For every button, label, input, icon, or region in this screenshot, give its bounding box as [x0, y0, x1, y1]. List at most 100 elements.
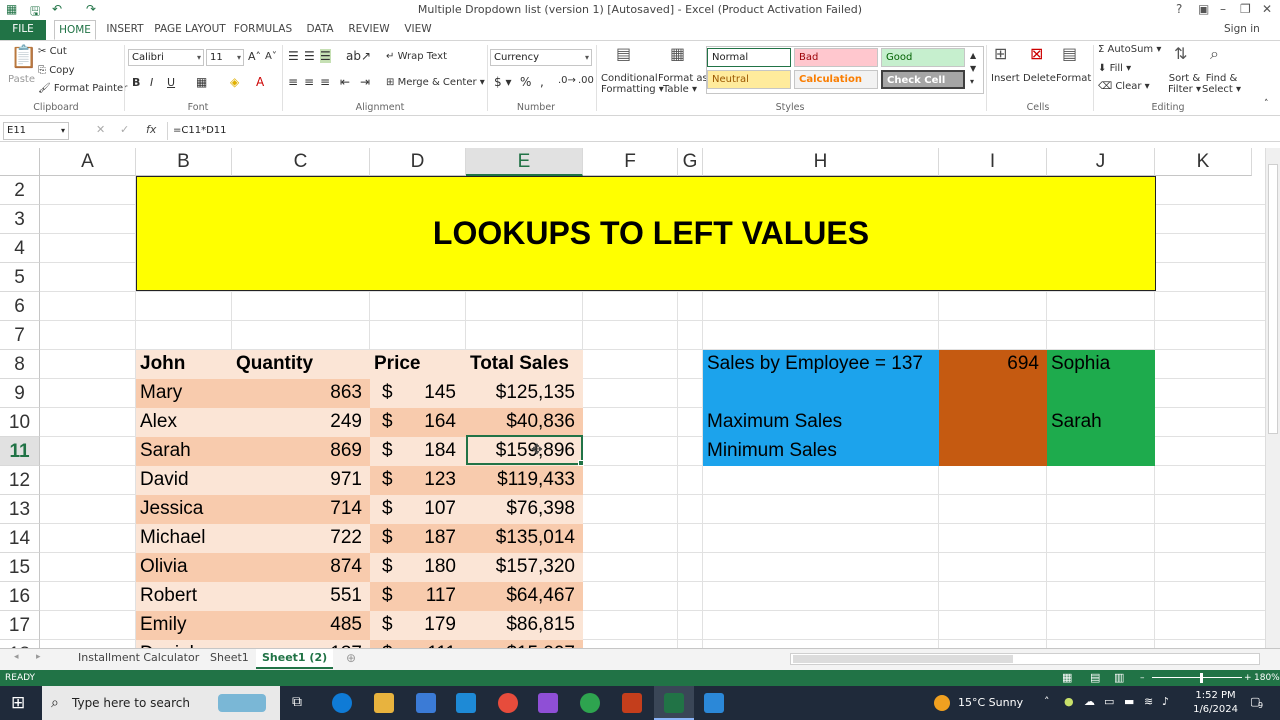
comma-icon[interactable]: ,	[540, 75, 544, 89]
tab-review[interactable]: REVIEW	[346, 20, 392, 40]
row-header-13[interactable]: 13	[0, 495, 40, 524]
lookup-label-cell[interactable]: Maximum Sales	[703, 408, 939, 437]
lookup-value-cell[interactable]	[939, 437, 1047, 466]
employee-name-cell[interactable]: Robert	[136, 582, 232, 611]
font-size-select[interactable]: 11 ▾	[206, 49, 244, 66]
tab-home[interactable]: HOME	[54, 20, 96, 40]
column-header-d[interactable]: D	[370, 148, 466, 176]
close-icon[interactable]: ✕	[1262, 2, 1272, 16]
zoom-in-icon[interactable]: +	[1244, 670, 1252, 686]
weather[interactable]: 15°C Sunny	[958, 696, 1023, 709]
new-sheet-icon[interactable]: ⊕	[346, 651, 356, 665]
merge-center-button[interactable]: ⊞ Merge & Center ▾	[386, 77, 485, 88]
page-break-view-icon[interactable]: ▥	[1114, 670, 1124, 686]
lookup-result-cell[interactable]: Sophia	[1047, 350, 1155, 379]
price-cell[interactable]: $187	[370, 524, 466, 553]
sheet-tab-sheet1-2[interactable]: Sheet1 (2)	[256, 649, 334, 669]
price-cell[interactable]: $180	[370, 553, 466, 582]
row-header-17[interactable]: 17	[0, 611, 40, 640]
column-header-g[interactable]: G	[678, 148, 703, 176]
italic-icon[interactable]: I	[150, 76, 153, 89]
price-cell[interactable]: $107	[370, 495, 466, 524]
quantity-cell[interactable]: 714	[232, 495, 370, 524]
format-painter-button[interactable]: 🖌 Format Painter	[38, 83, 127, 94]
row-header-6[interactable]: 6	[0, 292, 40, 321]
conditional-formatting-button[interactable]: Conditional Formatting ▾	[601, 73, 664, 95]
quantity-cell[interactable]: 485	[232, 611, 370, 640]
style-normal[interactable]: Normal	[707, 48, 791, 67]
taskbar-search[interactable]: ⌕ Type here to search	[42, 686, 280, 720]
fill-color-icon[interactable]: ◈	[230, 75, 239, 89]
employee-name-cell[interactable]: Emily	[136, 611, 232, 640]
insert-button[interactable]: Insert	[991, 73, 1020, 84]
enter-icon[interactable]: ✓	[120, 123, 129, 136]
next-sheet-icon[interactable]: ▸	[36, 652, 41, 662]
bold-icon[interactable]: B	[132, 76, 140, 89]
zoom-slider-thumb[interactable]	[1200, 673, 1203, 683]
total-sales-cell[interactable]: $119,433	[466, 466, 583, 495]
quantity-cell[interactable]: 874	[232, 553, 370, 582]
style-neutral[interactable]: Neutral	[707, 70, 791, 89]
gallery-scroll-icon[interactable]: ▲ ▼ ▾	[970, 49, 976, 88]
tray-app-icon[interactable]: ●	[1064, 695, 1074, 708]
orientation-icon[interactable]: ab↗	[346, 49, 371, 63]
windows-start-icon[interactable]: ⊞	[11, 693, 25, 713]
number-format-select[interactable]: Currency ▾	[490, 49, 592, 66]
fill-button[interactable]: ⬇ Fill ▾	[1098, 63, 1131, 74]
tab-data[interactable]: DATA	[302, 20, 338, 40]
sheet-tab-installment[interactable]: Installment Calculator	[72, 649, 205, 669]
restore-icon[interactable]: ❐	[1240, 2, 1251, 16]
ribbon-display-icon[interactable]: ▣	[1198, 2, 1209, 16]
tab-formulas[interactable]: FORMULAS	[232, 20, 294, 40]
grow-font-icon[interactable]: A˄	[248, 50, 261, 63]
meet-now-icon[interactable]: ▭	[1104, 695, 1114, 708]
help-icon[interactable]: ?	[1176, 2, 1182, 16]
quantity-cell[interactable]: 249	[232, 408, 370, 437]
employee-name-cell[interactable]: Sarah	[136, 437, 232, 466]
total-sales-cell[interactable]: $76,398	[466, 495, 583, 524]
shrink-font-icon[interactable]: A˅	[265, 51, 277, 62]
employee-name-cell[interactable]: David	[136, 466, 232, 495]
row-header-12[interactable]: 12	[0, 466, 40, 495]
row-header-10[interactable]: 10	[0, 408, 40, 437]
name-box[interactable]: E11 ▾	[3, 122, 69, 140]
borders-icon[interactable]: ▦	[196, 75, 207, 89]
underline-icon[interactable]: U	[167, 76, 175, 89]
onedrive-icon[interactable]: ☁	[1084, 695, 1095, 708]
total-sales-cell[interactable]: $135,014	[466, 524, 583, 553]
employee-name-cell[interactable]: Jessica	[136, 495, 232, 524]
row-header-2[interactable]: 2	[0, 176, 40, 205]
table-header-total[interactable]: Total Sales	[466, 350, 583, 379]
collapse-ribbon-icon[interactable]: ˄	[1264, 99, 1269, 109]
price-cell[interactable]: $179	[370, 611, 466, 640]
minimize-icon[interactable]: –	[1220, 2, 1226, 16]
autosum-button[interactable]: Σ AutoSum ▾	[1098, 44, 1161, 55]
employee-name-cell[interactable]: Mary	[136, 379, 232, 408]
sort-filter-button[interactable]: Sort & Filter ▾	[1168, 73, 1201, 95]
column-header-i[interactable]: I	[939, 148, 1047, 176]
mail-icon[interactable]	[456, 693, 476, 713]
clear-button[interactable]: ⌫ Clear ▾	[1098, 81, 1150, 92]
lookup-label-cell[interactable]	[703, 379, 939, 408]
store-icon[interactable]	[416, 693, 436, 713]
column-header-c[interactable]: C	[232, 148, 370, 176]
horizontal-scrollbar[interactable]	[790, 653, 1260, 665]
chrome-profile-icon[interactable]	[580, 693, 600, 713]
total-sales-cell[interactable]: $86,815	[466, 611, 583, 640]
quantity-cell[interactable]: 137	[232, 640, 370, 648]
price-cell[interactable]: $117	[370, 582, 466, 611]
total-sales-cell[interactable]: $15,207	[466, 640, 583, 648]
selected-cell-e11[interactable]	[466, 435, 583, 465]
quantity-cell[interactable]: 971	[232, 466, 370, 495]
tab-page-layout[interactable]: PAGE LAYOUT	[154, 20, 226, 40]
task-view-icon[interactable]: ⧉	[292, 694, 302, 710]
align-left-icon[interactable]: ≡	[288, 75, 298, 89]
lookup-label-cell[interactable]: Sales by Employee = 137	[703, 350, 939, 379]
quantity-cell[interactable]: 722	[232, 524, 370, 553]
align-top-icon[interactable]: ☰	[288, 49, 299, 63]
sign-in-link[interactable]: Sign in	[1224, 23, 1260, 35]
table-header-price[interactable]: Price	[370, 350, 466, 379]
quantity-cell[interactable]: 551	[232, 582, 370, 611]
increase-indent-icon[interactable]: ⇥	[360, 75, 370, 89]
column-header-k[interactable]: K	[1155, 148, 1252, 176]
